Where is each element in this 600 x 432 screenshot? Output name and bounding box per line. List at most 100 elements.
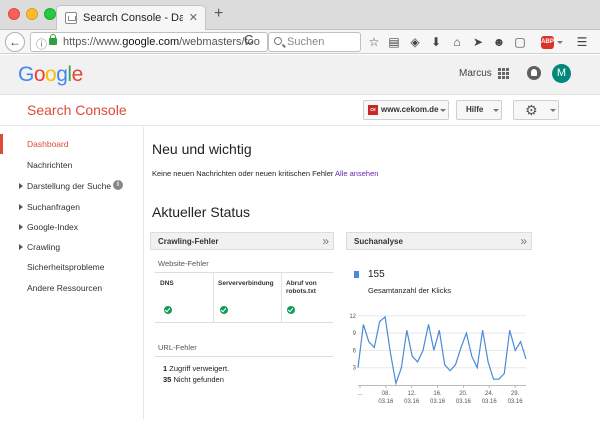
column-robots-fetch: Abruf von robots.txt: [286, 280, 317, 295]
x-tick-label: 16.: [433, 391, 442, 397]
app-title[interactable]: Search Console: [27, 102, 127, 118]
menu-icon[interactable]: ☰: [574, 34, 590, 50]
check-icon: [287, 306, 295, 314]
check-icon: [164, 306, 172, 314]
card-title: Crawling-Fehler: [158, 237, 219, 246]
sidebar-item-label: Crawling: [27, 242, 61, 252]
x-tick-label: 03.16: [482, 399, 498, 405]
browser-tab[interactable]: Search Console - Dashboar... ✕: [56, 5, 206, 30]
sidebar-item-google-index[interactable]: Google-Index: [0, 217, 143, 237]
url-error-row[interactable]: 1 Zugriff verweigert.: [163, 364, 229, 373]
property-favicon-icon: ce: [368, 105, 378, 115]
apps-grid-icon[interactable]: [498, 68, 510, 80]
minimize-window-button[interactable]: [26, 8, 38, 20]
card-header[interactable]: Crawling-Fehler »: [150, 232, 334, 250]
close-window-button[interactable]: [8, 8, 20, 20]
avatar[interactable]: M: [552, 64, 571, 83]
gear-icon: ⚙: [525, 102, 538, 118]
sidebar-item-dashboard[interactable]: Dashboard: [0, 134, 143, 154]
sidebar-item-label: Darstellung der Suche: [27, 181, 112, 191]
tab-close-icon[interactable]: ✕: [189, 11, 198, 24]
clicks-total: 155: [368, 269, 385, 280]
card-title: Suchanalyse: [354, 237, 403, 246]
search-placeholder: Suchen: [287, 36, 325, 48]
help-button[interactable]: Hilfe: [456, 100, 502, 120]
adblock-dropdown-icon[interactable]: [557, 41, 563, 44]
property-selector[interactable]: ce www.cekom.de: [363, 100, 449, 120]
card-header[interactable]: Suchanalyse »: [346, 232, 532, 250]
url-text[interactable]: https://www.google.com/webmasters/too: [63, 36, 263, 48]
expand-arrow-icon: [19, 204, 23, 210]
sidebar-item-search-traffic[interactable]: Suchanfragen: [0, 197, 143, 217]
x-tick-label: 08.: [382, 391, 391, 397]
clicks-label: Gesamtanzahl der Klicks: [368, 286, 451, 295]
sidebar-item-security[interactable]: Sicherheitsprobleme: [0, 257, 143, 277]
site-errors-title: Website-Fehler: [158, 259, 209, 268]
x-tick-label: 03.16: [456, 399, 472, 405]
y-tick-label: 3: [353, 366, 357, 372]
bookmark-star-icon[interactable]: ☆: [366, 34, 382, 50]
settings-button[interactable]: ⚙: [513, 100, 559, 120]
reload-icon[interactable]: C: [244, 32, 253, 47]
info-icon[interactable]: ⓘ: [36, 36, 47, 52]
property-label: www.cekom.de: [381, 105, 439, 114]
reading-list-icon[interactable]: ▤: [386, 34, 402, 50]
x-tick-label: 03.16: [508, 399, 524, 405]
google-logo[interactable]: Google: [18, 63, 83, 87]
sidebar-item-label: Google-Index: [27, 222, 79, 232]
sidebar-item-label: Sicherheitsprobleme: [27, 262, 105, 272]
y-tick-label: 12: [349, 314, 356, 320]
search-bar[interactable]: Suchen: [268, 32, 361, 52]
shield-icon[interactable]: ◈: [407, 34, 423, 50]
news-heading: Neu und wichtig: [152, 141, 252, 157]
x-tick-label: 03.16: [378, 399, 394, 405]
download-icon[interactable]: ⬇: [428, 34, 444, 50]
expand-arrow-icon: [19, 224, 23, 230]
check-icon: [220, 306, 228, 314]
browser-nav-bar: ← ⓘ https://www.google.com/webmasters/to…: [0, 30, 600, 54]
new-tab-button[interactable]: +: [214, 6, 223, 22]
x-tick-label: 03.16: [404, 399, 420, 405]
url-error-row[interactable]: 35 Nicht gefunden: [163, 375, 224, 384]
clicks-line-chart[interactable]: 3 6 9 12... 08. 03.16 12. 03.16 16. 03.16 20. 03.16…: [346, 302, 532, 417]
sidebar-item-messages[interactable]: Nachrichten: [0, 155, 143, 175]
lock-icon: [49, 34, 57, 45]
browser-tab-bar: Search Console - Dashboar... ✕ +: [0, 0, 600, 30]
user-name[interactable]: Marcus: [459, 68, 492, 79]
send-icon[interactable]: ➤: [470, 34, 486, 50]
zoom-window-button[interactable]: [44, 8, 56, 20]
home-icon[interactable]: ⌂: [449, 34, 465, 50]
sidebar-item-search-appearance[interactable]: Darstellung der Suche i: [0, 176, 143, 196]
x-tick-label: 12.: [408, 391, 417, 397]
chevron-down-icon: [440, 109, 446, 112]
adblock-icon[interactable]: ABP: [541, 36, 554, 49]
notifications-icon[interactable]: [527, 66, 541, 80]
back-arrow-icon: ←: [9, 35, 21, 49]
column-dns: DNS: [160, 280, 174, 287]
chevron-down-icon: [493, 109, 499, 112]
view-all-link[interactable]: Alle ansehen: [335, 169, 378, 178]
x-tick-label: 29.: [511, 391, 520, 397]
divider: [155, 356, 333, 357]
info-icon[interactable]: i: [113, 180, 123, 190]
news-message: Keine neuen Nachrichten oder neuen kriti…: [152, 169, 379, 178]
chat-icon[interactable]: ☻: [491, 34, 507, 50]
url-errors-title: URL-Fehler: [158, 343, 197, 352]
sidebar-item-label: Suchanfragen: [27, 202, 80, 212]
help-label: Hilfe: [466, 105, 484, 114]
x-tick-label: 03.16: [430, 399, 446, 405]
sidebar: Dashboard Nachrichten Darstellung der Su…: [0, 127, 144, 419]
expand-arrow-icon: [19, 244, 23, 250]
open-report-icon[interactable]: »: [520, 234, 527, 248]
divider: [213, 272, 214, 322]
pocket-icon[interactable]: ▢: [512, 34, 528, 50]
sidebar-item-other-resources[interactable]: Andere Ressourcen: [0, 278, 143, 298]
main-content: Neu und wichtig Keine neuen Nachrichten …: [145, 127, 600, 419]
y-tick-label: 6: [353, 348, 357, 354]
back-button[interactable]: ←: [5, 32, 25, 52]
url-bar[interactable]: ⓘ https://www.google.com/webmasters/too: [30, 32, 268, 52]
x-tick-label: ...: [357, 391, 362, 397]
sidebar-item-label: Dashboard: [27, 139, 69, 149]
sidebar-item-crawling[interactable]: Crawling: [0, 237, 143, 257]
open-report-icon[interactable]: »: [322, 234, 329, 248]
